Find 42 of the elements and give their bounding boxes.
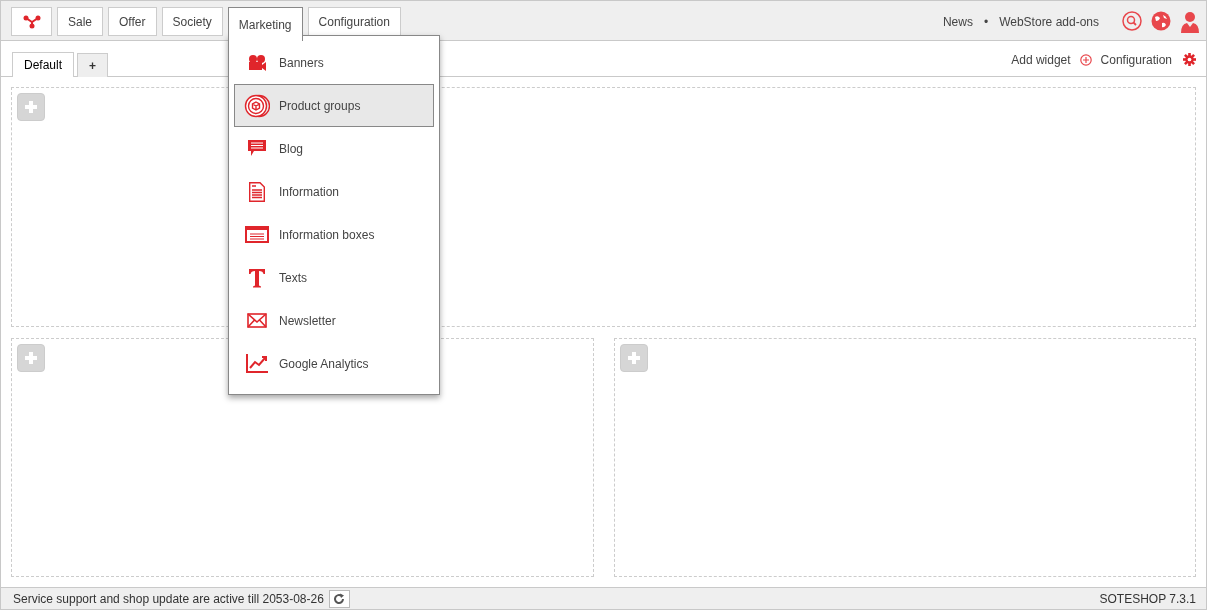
version-label: SOTESHOP 7.3.1 bbox=[1099, 591, 1196, 606]
plus-circle-icon bbox=[1079, 54, 1092, 66]
refresh-button[interactable] bbox=[328, 589, 350, 608]
user-icon[interactable] bbox=[1180, 11, 1200, 33]
menu-item[interactable]: Information bbox=[234, 170, 434, 213]
webstore-link[interactable]: WebStore add-ons bbox=[999, 15, 1099, 29]
menu-item[interactable]: Texts bbox=[234, 256, 434, 299]
plus-icon bbox=[626, 350, 641, 365]
status-message: Service support and shop update are active till 2053-08-26 bbox=[13, 591, 324, 606]
document-icon bbox=[249, 181, 265, 202]
nav-tab[interactable]: Marketing bbox=[227, 7, 303, 41]
network-icon bbox=[22, 14, 41, 29]
refresh-icon bbox=[333, 592, 346, 605]
globe-icon[interactable] bbox=[1151, 11, 1171, 31]
menu-item[interactable]: Banners bbox=[234, 41, 434, 84]
news-link[interactable]: News bbox=[942, 15, 973, 29]
nav-tab[interactable]: Configuration bbox=[307, 7, 401, 36]
letter-t-icon bbox=[248, 267, 266, 288]
configuration-link[interactable]: Configuration bbox=[1100, 53, 1172, 67]
menu-item[interactable]: Newsletter bbox=[234, 299, 434, 342]
camera-icon bbox=[247, 53, 267, 72]
line-chart-icon bbox=[246, 354, 268, 373]
add-widget-link[interactable]: Add widget bbox=[1011, 53, 1071, 67]
nav-tab[interactable]: Sale bbox=[57, 7, 104, 36]
dashboard-tab[interactable]: + bbox=[77, 53, 109, 77]
plus-icon bbox=[24, 350, 38, 365]
settings-icon[interactable] bbox=[1183, 53, 1196, 66]
menu-item[interactable]: Information boxes bbox=[234, 213, 434, 256]
search-icon[interactable] bbox=[1122, 11, 1142, 31]
menu-item[interactable]: Product groups bbox=[234, 84, 434, 127]
menu-item[interactable]: Google Analytics bbox=[234, 342, 434, 385]
speech-bubble-icon bbox=[248, 140, 266, 157]
dashboard-tab[interactable]: Default bbox=[12, 52, 75, 77]
window-icon bbox=[245, 226, 269, 243]
logo-button[interactable] bbox=[11, 7, 52, 36]
cube-circle-icon bbox=[244, 93, 270, 118]
nav-tab[interactable]: Offer bbox=[108, 7, 157, 36]
menu-item[interactable]: Blog bbox=[234, 127, 434, 170]
envelope-icon bbox=[247, 313, 267, 328]
nav-tab[interactable]: Society bbox=[161, 7, 223, 36]
separator: • bbox=[983, 15, 989, 29]
plus-icon bbox=[24, 100, 38, 114]
